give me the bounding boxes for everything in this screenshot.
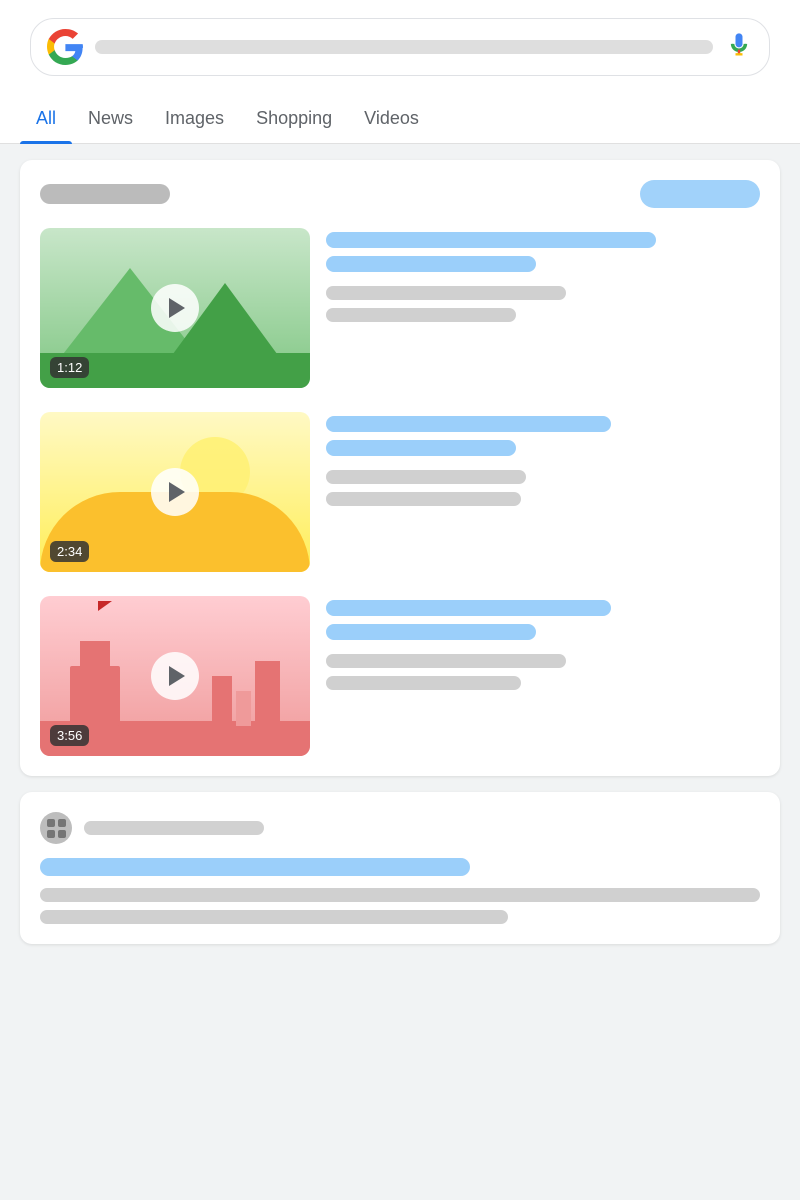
- video-desc-line2: [326, 676, 521, 690]
- building-2: [236, 691, 251, 726]
- google-logo-icon: [47, 29, 83, 65]
- favicon-dots: [47, 819, 66, 838]
- video-item[interactable]: 1:12: [40, 228, 760, 388]
- favicon-icon: [40, 812, 72, 844]
- mic-icon[interactable]: [725, 31, 753, 64]
- tab-videos[interactable]: Videos: [348, 94, 435, 143]
- duration-badge-3: 3:56: [50, 725, 89, 746]
- castle-decoration: [70, 666, 120, 726]
- video-desc-line2: [326, 492, 521, 506]
- video-item[interactable]: 2:34: [40, 412, 760, 572]
- video-title-line2: [326, 624, 536, 640]
- video-info-2: [326, 412, 760, 572]
- video-title-line2: [326, 440, 516, 456]
- duration-badge-2: 2:34: [50, 541, 89, 562]
- card-label: [40, 184, 170, 204]
- video-thumbnail-1[interactable]: 1:12: [40, 228, 310, 388]
- video-desc-line2: [326, 308, 516, 322]
- tab-all[interactable]: All: [20, 94, 72, 143]
- result-snippet-line1: [40, 888, 760, 902]
- duration-badge-1: 1:12: [50, 357, 89, 378]
- tabs-bar: All News Images Shopping Videos: [0, 94, 800, 144]
- search-bar-container: [0, 0, 800, 94]
- result-header: [40, 812, 760, 844]
- favicon-dot: [47, 830, 55, 838]
- building-3: [255, 661, 280, 726]
- card-action-button[interactable]: [640, 180, 760, 208]
- building-1: [212, 676, 232, 726]
- card-header: [40, 180, 760, 208]
- video-info-3: [326, 596, 760, 756]
- skyline-decoration: [212, 661, 280, 726]
- search-bar[interactable]: [30, 18, 770, 76]
- tab-shopping[interactable]: Shopping: [240, 94, 348, 143]
- video-thumbnail-3[interactable]: 3:56: [40, 596, 310, 756]
- main-content: 1:12 2:34: [0, 144, 800, 960]
- play-button-2[interactable]: [151, 468, 199, 516]
- search-result-card: [20, 792, 780, 944]
- result-source: [84, 821, 264, 835]
- favicon-dot: [47, 819, 55, 827]
- favicon-dot: [58, 819, 66, 827]
- play-button-1[interactable]: [151, 284, 199, 332]
- video-desc-line1: [326, 470, 526, 484]
- video-title-line2: [326, 256, 536, 272]
- video-item[interactable]: 3:56: [40, 596, 760, 756]
- tab-images[interactable]: Images: [149, 94, 240, 143]
- search-input[interactable]: [95, 40, 713, 54]
- result-snippet-line2: [40, 910, 508, 924]
- play-button-3[interactable]: [151, 652, 199, 700]
- result-link-title[interactable]: [40, 858, 470, 876]
- video-thumbnail-2[interactable]: 2:34: [40, 412, 310, 572]
- favicon-dot: [58, 830, 66, 838]
- video-title-line1: [326, 600, 611, 616]
- video-info-1: [326, 228, 760, 388]
- video-desc-line1: [326, 286, 566, 300]
- video-desc-line1: [326, 654, 566, 668]
- video-title-line1: [326, 232, 656, 248]
- video-title-line1: [326, 416, 611, 432]
- tab-news[interactable]: News: [72, 94, 149, 143]
- castle-flag: [98, 601, 112, 611]
- castle-body: [70, 666, 120, 726]
- video-results-card: 1:12 2:34: [20, 160, 780, 776]
